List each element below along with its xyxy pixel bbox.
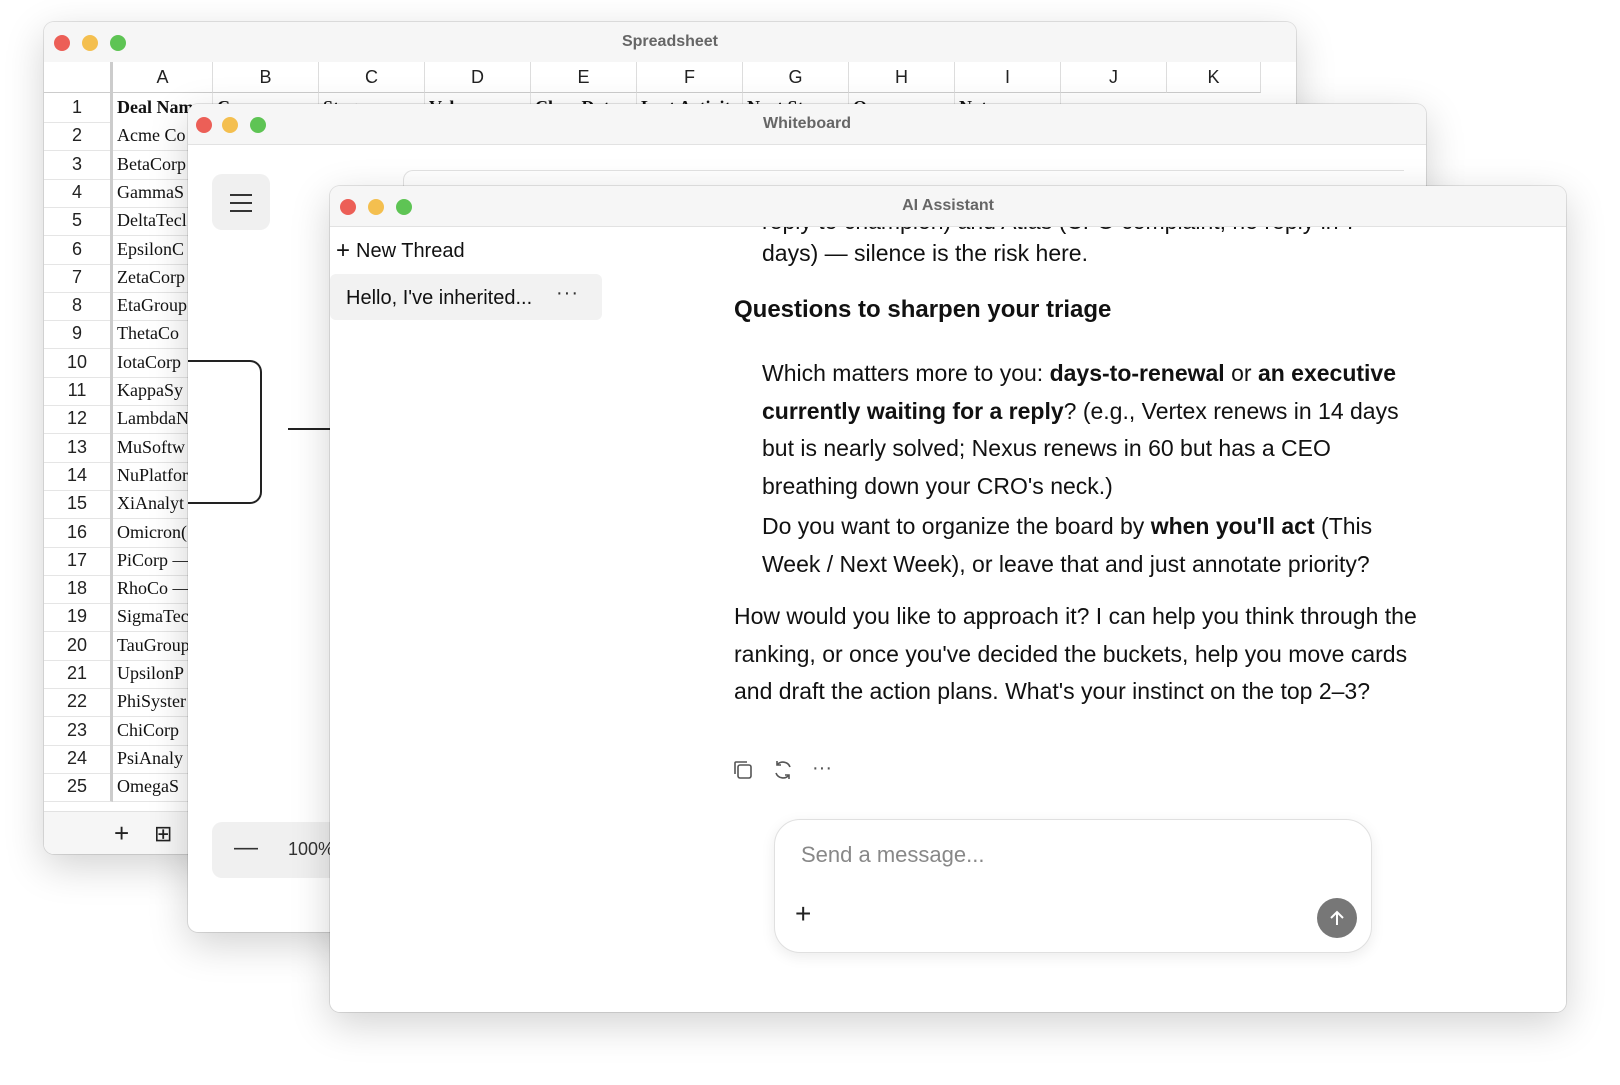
new-thread-button[interactable]: + New Thread bbox=[336, 237, 465, 265]
column-header[interactable]: K bbox=[1167, 62, 1261, 93]
new-thread-label: New Thread bbox=[356, 240, 465, 262]
row-header[interactable]: 15 bbox=[44, 489, 113, 520]
row-header[interactable]: 1 bbox=[44, 93, 113, 123]
assistant-titlebar: AI Assistant bbox=[330, 186, 1566, 227]
row-header[interactable]: 14 bbox=[44, 460, 113, 491]
row-header[interactable]: 21 bbox=[44, 659, 113, 689]
board-shape[interactable] bbox=[188, 360, 262, 504]
q1-text-2: or bbox=[1224, 360, 1258, 386]
row-header[interactable]: 8 bbox=[44, 291, 113, 322]
q2-text: Do you want to organize the board by bbox=[762, 513, 1151, 539]
column-header[interactable]: E bbox=[531, 62, 637, 93]
table-icon[interactable]: ⊞ bbox=[154, 821, 172, 847]
menu-button[interactable] bbox=[212, 174, 270, 230]
row-header[interactable]: 4 bbox=[44, 177, 113, 208]
row-header[interactable]: 16 bbox=[44, 517, 113, 548]
assistant-window: AI Assistant + New Thread Hello, I've inh… bbox=[330, 186, 1566, 1012]
message-text: reply to champion) and Atlas (CFO compla… bbox=[762, 227, 1358, 235]
zoom-level[interactable]: 100% bbox=[288, 839, 334, 860]
message-text: days) — silence is the risk here. bbox=[762, 240, 1088, 266]
grid-corner[interactable] bbox=[44, 62, 113, 93]
row-header[interactable]: 2 bbox=[44, 121, 113, 152]
question-2: Do you want to organize the board by whe… bbox=[762, 508, 1432, 583]
row-header[interactable]: 11 bbox=[44, 376, 113, 406]
window-title: Whiteboard bbox=[763, 115, 851, 132]
q2-bold: when you'll act bbox=[1150, 513, 1315, 539]
regenerate-icon[interactable] bbox=[772, 759, 794, 787]
row-header[interactable]: 13 bbox=[44, 432, 113, 463]
row-header[interactable]: 7 bbox=[44, 262, 113, 293]
column-header[interactable]: G bbox=[743, 62, 849, 93]
window-title: AI Assistant bbox=[902, 197, 994, 214]
column-header[interactable]: B bbox=[213, 62, 319, 93]
message-heading: Questions to sharpen your triage bbox=[734, 296, 1112, 323]
column-header[interactable]: I bbox=[955, 62, 1061, 93]
window-title: Spreadsheet bbox=[621, 33, 719, 50]
question-1: Which matters more to you: days-to-renew… bbox=[762, 355, 1432, 505]
column-header[interactable]: C bbox=[319, 62, 425, 93]
column-header[interactable]: F bbox=[637, 62, 743, 93]
row-header[interactable]: 5 bbox=[44, 206, 113, 237]
zoom-out-button[interactable]: — bbox=[234, 834, 258, 862]
message-input[interactable]: Send a message... bbox=[801, 842, 984, 868]
column-header[interactable]: H bbox=[849, 62, 955, 93]
row-header[interactable]: 20 bbox=[44, 630, 113, 661]
row-header[interactable]: 10 bbox=[44, 347, 113, 378]
row-header[interactable]: 22 bbox=[44, 687, 113, 718]
spreadsheet-titlebar: Spreadsheet bbox=[44, 22, 1296, 63]
row-header[interactable]: 9 bbox=[44, 319, 113, 350]
attach-plus-icon[interactable]: + bbox=[795, 898, 811, 930]
copy-icon[interactable] bbox=[732, 759, 754, 787]
plus-icon[interactable]: + bbox=[114, 818, 129, 849]
more-options-icon[interactable]: ··· bbox=[812, 757, 832, 780]
column-header[interactable]: A bbox=[113, 62, 213, 93]
thread-sidebar: + New Thread Hello, I've inherited... ··· bbox=[330, 227, 609, 1012]
row-header[interactable]: 24 bbox=[44, 743, 113, 774]
message-composer: Send a message... + bbox=[774, 819, 1372, 953]
more-options-icon[interactable]: ··· bbox=[556, 282, 579, 305]
thread-title: Hello, I've inherited... bbox=[346, 287, 533, 309]
chat-area: reply to champion) and Atlas (CFO compla… bbox=[608, 227, 1566, 1012]
thread-item[interactable]: Hello, I've inherited... ··· bbox=[330, 274, 602, 320]
column-header[interactable]: J bbox=[1061, 62, 1167, 93]
row-header[interactable]: 18 bbox=[44, 574, 113, 605]
whiteboard-toolbar bbox=[403, 170, 1404, 187]
column-header[interactable]: D bbox=[425, 62, 531, 93]
whiteboard-titlebar: Whiteboard bbox=[188, 104, 1426, 145]
send-button[interactable] bbox=[1317, 898, 1357, 938]
row-header[interactable]: 23 bbox=[44, 715, 113, 746]
plus-icon: + bbox=[336, 237, 351, 264]
row-header[interactable]: 12 bbox=[44, 404, 113, 435]
row-header[interactable]: 3 bbox=[44, 149, 113, 180]
row-header[interactable]: 6 bbox=[44, 234, 113, 265]
row-header[interactable]: 17 bbox=[44, 545, 113, 576]
hamburger-icon bbox=[230, 194, 252, 218]
row-header[interactable]: 25 bbox=[44, 772, 113, 803]
row-header[interactable]: 19 bbox=[44, 602, 113, 633]
q1-text: Which matters more to you: bbox=[762, 360, 1050, 386]
message-closing: How would you like to approach it? I can… bbox=[734, 603, 1417, 704]
q1-bold-1: days-to-renewal bbox=[1049, 360, 1225, 386]
